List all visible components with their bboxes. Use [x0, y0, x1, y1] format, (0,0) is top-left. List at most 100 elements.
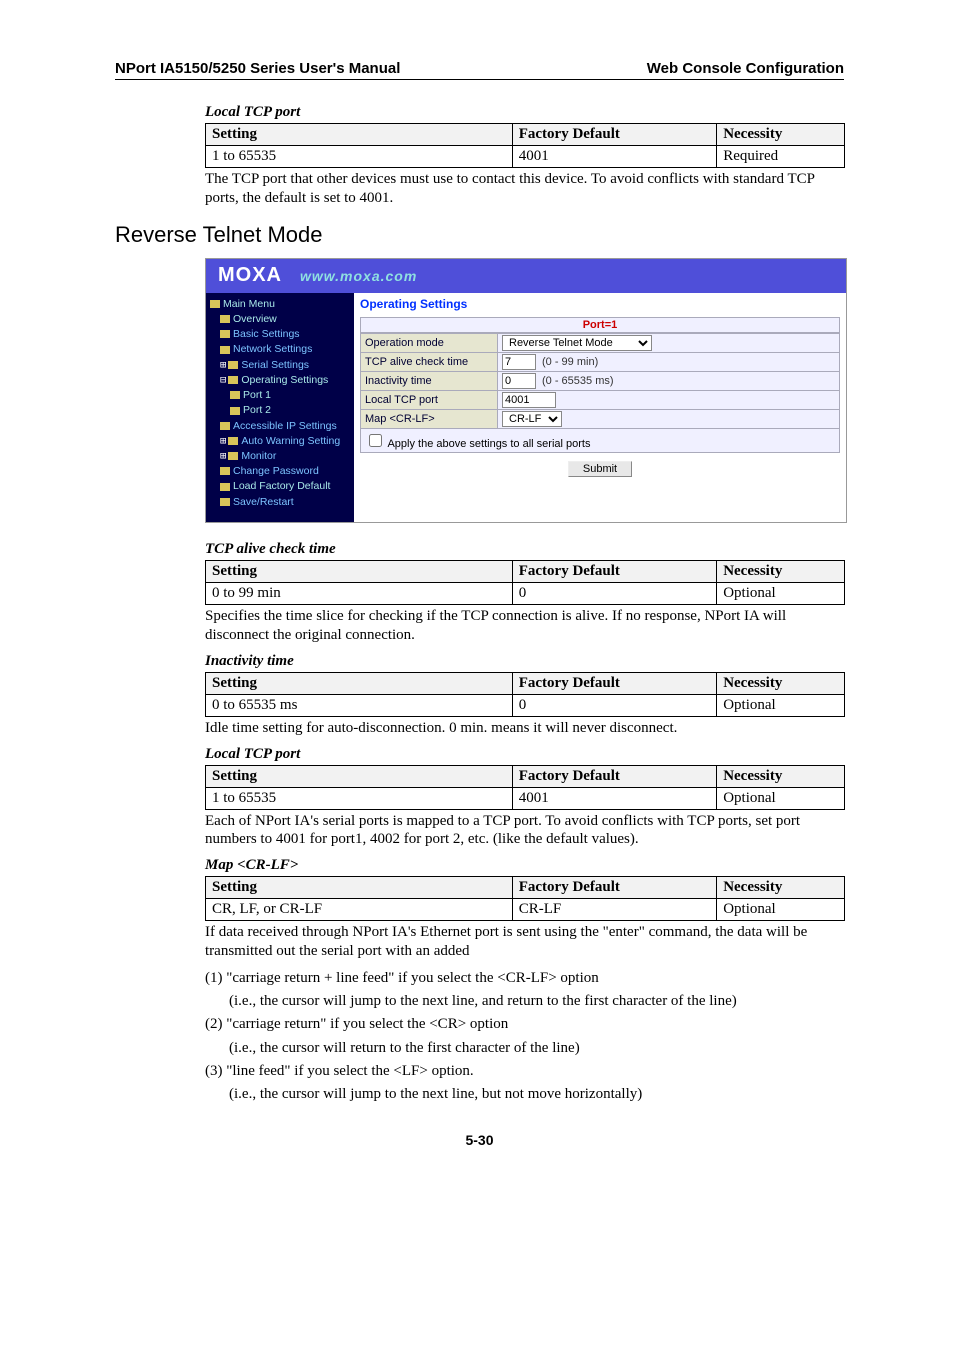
list-3a: (3) "line feed" if you select the <LF> o…: [205, 1062, 845, 1081]
desc-inact: Idle time setting for auto-disconnection…: [205, 719, 845, 738]
cell: 4001: [512, 787, 716, 809]
logo: MOXA: [218, 264, 282, 287]
collapse-icon[interactable]: ⊟: [220, 374, 226, 386]
folder-icon: [230, 391, 240, 399]
checkbox-apply-all[interactable]: [369, 434, 382, 447]
expand-icon[interactable]: ⊞: [220, 359, 226, 371]
col-setting: Setting: [206, 765, 513, 787]
expand-icon[interactable]: ⊞: [220, 450, 226, 462]
list-1b: (i.e., the cursor will jump to the next …: [205, 992, 845, 1011]
header-right: Web Console Configuration: [647, 60, 844, 77]
desc-map: If data received through NPort IA's Ethe…: [205, 923, 845, 961]
apply-row: Apply the above settings to all serial p…: [360, 429, 840, 453]
page-header: NPort IA5150/5250 Series User's Manual W…: [115, 60, 844, 80]
nav-network[interactable]: Network Settings: [210, 342, 350, 357]
list-2b: (i.e., the cursor will return to the fir…: [205, 1039, 845, 1058]
cell: Required: [717, 146, 845, 168]
folder-icon: [220, 467, 230, 475]
folder-icon: [220, 315, 230, 323]
desc-localtcp: Each of NPort IA's serial ports is mappe…: [205, 812, 845, 850]
cell: 0 to 99 min: [206, 582, 513, 604]
folder-icon: [228, 437, 238, 445]
folder-icon: [230, 407, 240, 415]
section-title-inact: Inactivity time: [205, 653, 844, 670]
input-inactivity[interactable]: [502, 373, 536, 389]
col-setting: Setting: [206, 124, 513, 146]
list-2a: (2) "carriage return" if you select the …: [205, 1015, 845, 1034]
folder-icon: [220, 346, 230, 354]
nav-monitor[interactable]: ⊞Monitor: [210, 449, 350, 464]
input-localtcp[interactable]: [502, 392, 556, 408]
folder-icon: [210, 300, 220, 308]
col-necessity: Necessity: [717, 877, 845, 899]
folder-icon: [228, 361, 238, 369]
cell: 0 to 65535 ms: [206, 694, 513, 716]
section-title-local-tcp-top: Local TCP port: [205, 104, 844, 121]
col-default: Factory Default: [512, 124, 716, 146]
ss-topbar: MOXA www.moxa.com: [206, 259, 846, 293]
list-3b: (i.e., the cursor will jump to the next …: [205, 1085, 845, 1104]
table-local-tcp-top: Setting Factory Default Necessity 1 to 6…: [205, 123, 845, 168]
select-opmode[interactable]: Reverse Telnet Mode: [502, 335, 652, 351]
cell: Optional: [717, 787, 845, 809]
nav-tree: Main Menu Overview Basic Settings Networ…: [206, 293, 354, 522]
port-header: Port=1: [360, 317, 840, 333]
settings-grid: Operation mode Reverse Telnet Mode TCP a…: [360, 333, 840, 429]
desc-tcpalive: Specifies the time slice for checking if…: [205, 607, 845, 645]
folder-icon: [228, 452, 238, 460]
col-necessity: Necessity: [717, 765, 845, 787]
apply-label: Apply the above settings to all serial p…: [387, 438, 590, 450]
nav-autowarn[interactable]: ⊞Auto Warning Setting: [210, 434, 350, 449]
nav-main[interactable]: Main Menu: [210, 297, 350, 312]
lbl-opmode: Operation mode: [361, 333, 498, 352]
table-tcpalive: Setting Factory Default Necessity 0 to 9…: [205, 560, 845, 605]
cell: 0: [512, 694, 716, 716]
page-number: 5-30: [115, 1132, 844, 1148]
nav-serial[interactable]: ⊞Serial Settings: [210, 358, 350, 373]
table-map: Setting Factory Default Necessity CR, LF…: [205, 876, 845, 921]
lbl-tcpalive: TCP alive check time: [361, 352, 498, 371]
nav-accessible[interactable]: Accessible IP Settings: [210, 419, 350, 434]
col-necessity: Necessity: [717, 560, 845, 582]
desc-local-tcp-top: The TCP port that other devices must use…: [205, 170, 845, 208]
col-default: Factory Default: [512, 765, 716, 787]
nav-port2[interactable]: Port 2: [210, 403, 350, 418]
cell: 4001: [512, 146, 716, 168]
cell: CR, LF, or CR-LF: [206, 899, 513, 921]
expand-icon[interactable]: ⊞: [220, 435, 226, 447]
folder-icon: [220, 498, 230, 506]
nav-basic[interactable]: Basic Settings: [210, 327, 350, 342]
section-title-tcpalive: TCP alive check time: [205, 541, 844, 558]
col-default: Factory Default: [512, 560, 716, 582]
col-default: Factory Default: [512, 672, 716, 694]
folder-icon: [220, 483, 230, 491]
nav-operating[interactable]: ⊟Operating Settings: [210, 373, 350, 388]
nav-changepw[interactable]: Change Password: [210, 464, 350, 479]
option-list: (1) "carriage return + line feed" if you…: [205, 969, 845, 1104]
input-tcpalive[interactable]: [502, 354, 536, 370]
nav-saverestart[interactable]: Save/Restart: [210, 495, 350, 510]
nav-loadfactory[interactable]: Load Factory Default: [210, 479, 350, 494]
cell: 1 to 65535: [206, 146, 513, 168]
submit-button[interactable]: Submit: [568, 461, 632, 477]
cell: CR-LF: [512, 899, 716, 921]
nav-port1[interactable]: Port 1: [210, 388, 350, 403]
nav-overview[interactable]: Overview: [210, 312, 350, 327]
list-1a: (1) "carriage return + line feed" if you…: [205, 969, 845, 988]
section-title-localtcp: Local TCP port: [205, 746, 844, 763]
range-inact: (0 - 65535 ms): [542, 375, 614, 387]
folder-icon: [220, 330, 230, 338]
cell: Optional: [717, 582, 845, 604]
cell: 0: [512, 582, 716, 604]
col-necessity: Necessity: [717, 124, 845, 146]
panel-title: Operating Settings: [360, 297, 840, 311]
col-setting: Setting: [206, 672, 513, 694]
select-map[interactable]: CR-LF: [502, 411, 562, 427]
lbl-inact: Inactivity time: [361, 371, 498, 390]
col-default: Factory Default: [512, 877, 716, 899]
folder-icon: [228, 376, 238, 384]
embedded-screenshot: MOXA www.moxa.com Main Menu Overview Bas…: [205, 258, 847, 523]
cell: 1 to 65535: [206, 787, 513, 809]
cell: Optional: [717, 694, 845, 716]
col-setting: Setting: [206, 877, 513, 899]
